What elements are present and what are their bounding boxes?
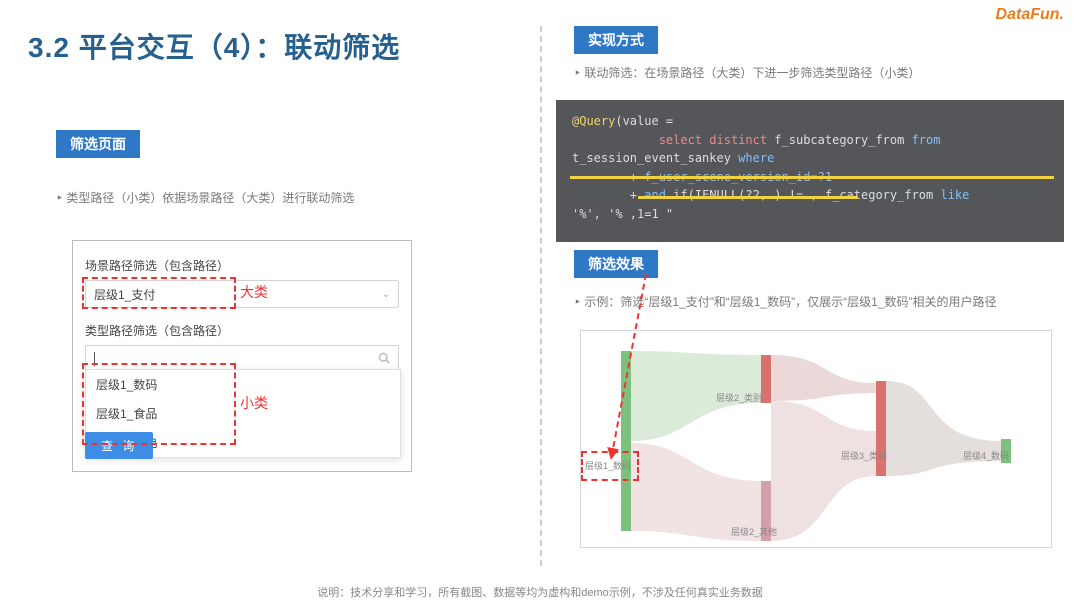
query-button[interactable]: 查 询	[85, 432, 153, 459]
datafun-logo: DataFun.	[996, 6, 1064, 24]
code-block: @Query(value = select distinct f_subcate…	[556, 100, 1064, 242]
field2-label: 类型路径筛选（包含路径）	[85, 322, 399, 339]
sankey-label-2b: 层级2_其他	[731, 525, 777, 538]
sankey-node-2a	[761, 355, 771, 403]
sankey-label-3: 层级3_类别	[841, 449, 887, 462]
sankey-label-4: 层级4_数码	[963, 449, 1009, 462]
column-divider	[540, 26, 542, 566]
scene-path-value: 层级1_支付	[94, 286, 155, 303]
footer-note: 说明：技术分享和学习，所有截图、数据等均为虚构和demo示例，不涉及任何真实业务…	[0, 584, 1080, 600]
sankey-label-2a: 层级2_类别	[716, 391, 762, 404]
chevron-down-icon: ⌄	[382, 289, 390, 300]
filter-panel: 场景路径筛选（包含路径） 层级1_支付 ⌄ 类型路径筛选（包含路径） 层级1_数…	[72, 240, 412, 472]
field1-label: 场景路径筛选（包含路径）	[85, 257, 399, 274]
annotation-big-category-label: 大类	[240, 282, 268, 302]
code-underline-2	[638, 196, 858, 199]
page-title: 3.2 平台交互（4）：联动筛选	[28, 26, 400, 66]
code-underline-1	[570, 176, 1054, 179]
left-bullet: 类型路径（小类）依据场景路径（大类）进行联动筛选	[56, 189, 354, 207]
right-section1-badge: 实现方式	[574, 26, 658, 54]
annotation-arrow	[606, 274, 686, 469]
search-icon	[378, 352, 390, 367]
right-bullet1: 联动筛选：在场景路径（大类）下进一步筛选类型路径（小类）	[574, 64, 920, 82]
text-cursor	[94, 352, 95, 366]
left-section-badge: 筛选页面	[56, 130, 140, 158]
annotation-small-category-label: 小类	[240, 393, 268, 413]
